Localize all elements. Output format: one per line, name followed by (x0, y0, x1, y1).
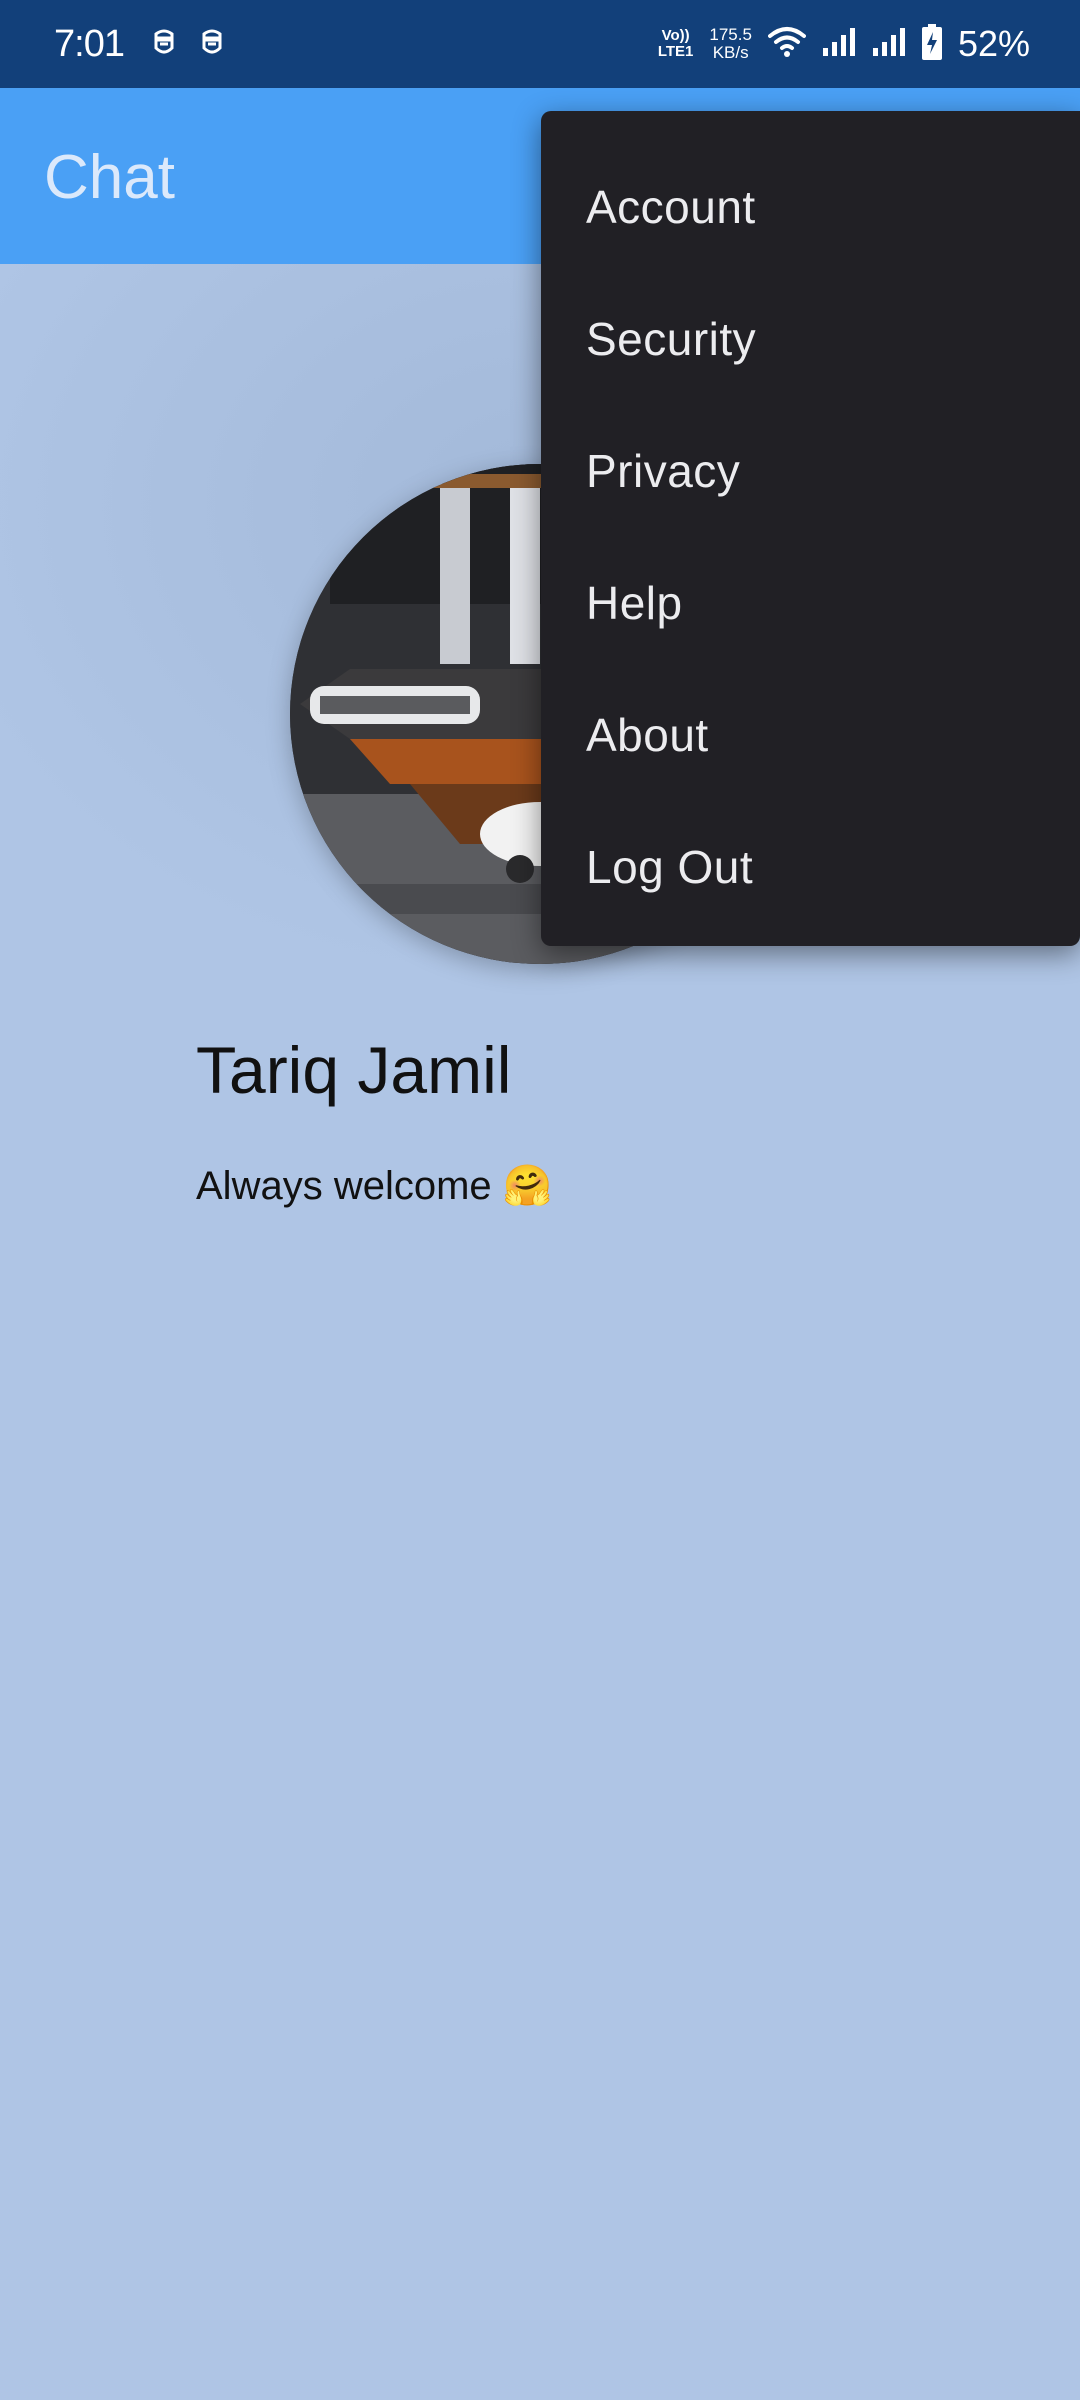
status-bar: 7:01 Vo)) LTE1 175.5 KB/s 52% (0, 0, 1080, 88)
app-notification-icon (200, 26, 224, 58)
network-speed-unit: KB/s (712, 43, 749, 62)
signal-icon (872, 26, 906, 63)
menu-item-help[interactable]: Help (541, 537, 1080, 669)
profile-name: Tariq Jamil (196, 1033, 512, 1107)
app-title: Chat (44, 143, 175, 212)
lte-label: LTE1 (657, 43, 694, 60)
status-indicators: Vo)) LTE1 175.5 KB/s 52% (658, 18, 1030, 70)
volte-label: Vo)) (661, 27, 690, 44)
profile-status: Always welcome 🤗 (196, 1164, 553, 1208)
menu-item-security[interactable]: Security (541, 273, 1080, 405)
network-speed: 175.5 KB/s (709, 26, 752, 62)
network-speed-value: 175.5 (709, 25, 752, 44)
battery-percentage: 52% (957, 23, 1030, 64)
wifi-icon (767, 26, 806, 63)
signal-icon (822, 26, 856, 63)
status-time: 7:01 (54, 23, 125, 65)
battery-charging-icon (921, 23, 942, 65)
menu-item-log-out[interactable]: Log Out (541, 801, 1080, 933)
overflow-menu: Account Security Privacy Help About Log … (541, 111, 1080, 946)
menu-item-about[interactable]: About (541, 669, 1080, 801)
volte-indicator: Vo)) LTE1 (658, 28, 694, 60)
menu-item-account[interactable]: Account (541, 141, 1080, 273)
app-notification-icon (152, 26, 176, 58)
menu-item-privacy[interactable]: Privacy (541, 405, 1080, 537)
